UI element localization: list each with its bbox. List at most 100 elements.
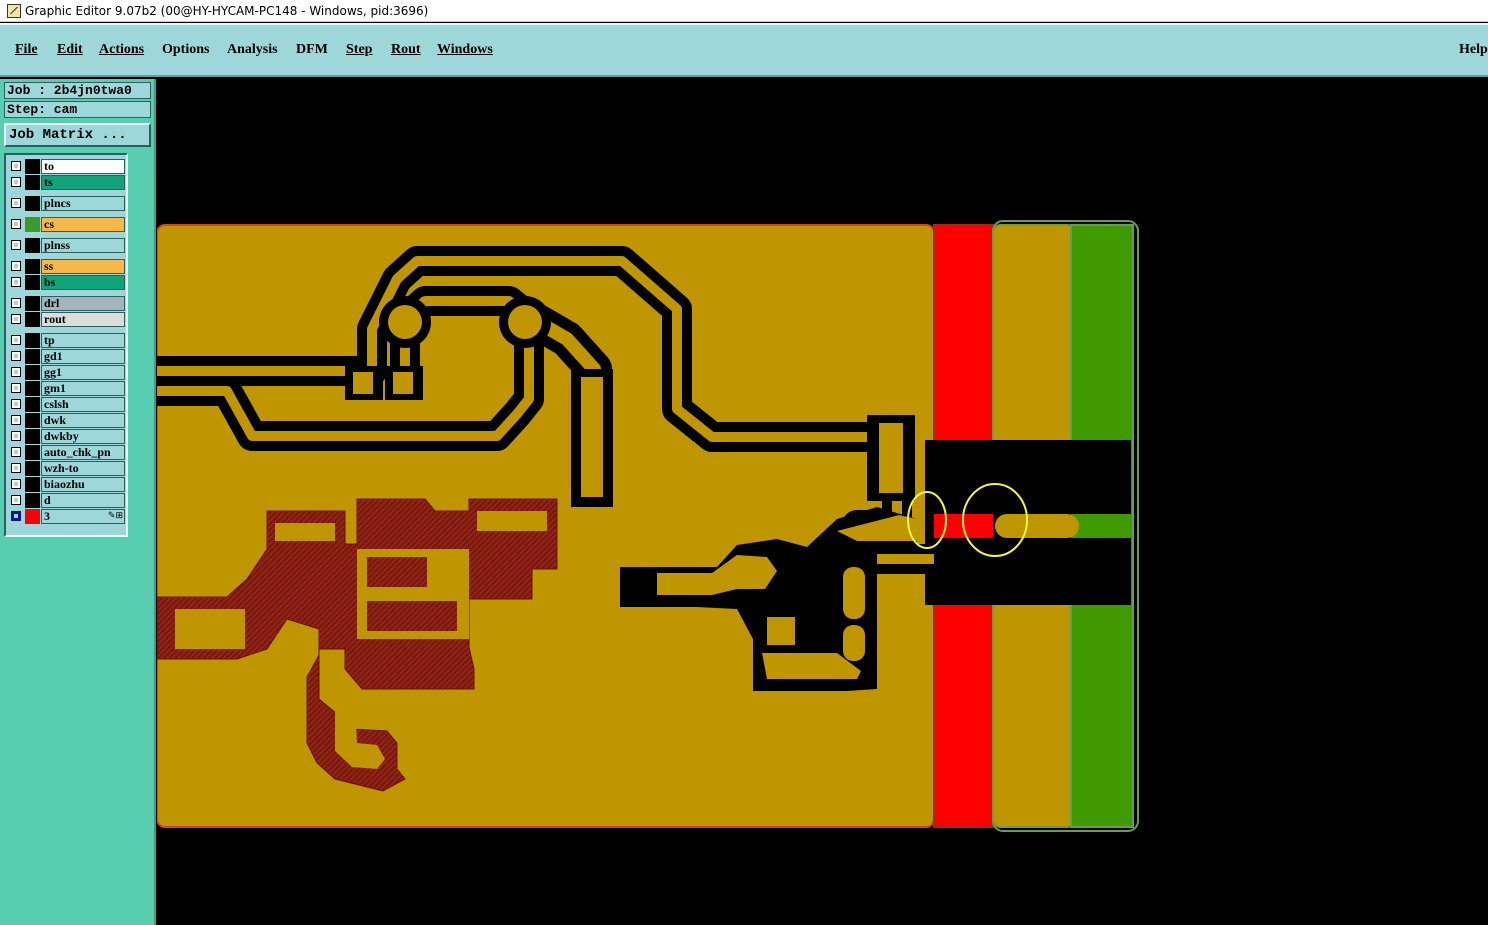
layer-row-to[interactable]: to [8, 159, 125, 174]
layer-row-drl[interactable]: drl [8, 296, 125, 311]
layer-row-cs[interactable]: cs [8, 217, 125, 232]
layer-color-swatch[interactable] [25, 333, 40, 348]
layer-name[interactable]: auto_chk_pn [41, 445, 125, 460]
menu-options[interactable]: Options [162, 42, 209, 58]
layer-name[interactable]: plncs [41, 196, 125, 211]
menu-rout[interactable]: Rout [391, 42, 421, 58]
layer-color-swatch[interactable] [25, 259, 40, 274]
menu-edit[interactable]: Edit [57, 42, 83, 58]
layer-checkbox[interactable] [11, 383, 21, 393]
layer-row-d[interactable]: d [8, 493, 125, 508]
menu-actions[interactable]: Actions [99, 42, 144, 58]
window-title: Graphic Editor 9.07b2 (00@HY-HYCAM-PC148… [25, 3, 429, 18]
layer-checkbox[interactable] [11, 351, 21, 361]
layer-checkbox[interactable] [11, 479, 21, 489]
layer-color-swatch[interactable] [25, 275, 40, 290]
layer-color-swatch[interactable] [25, 461, 40, 476]
layer-checkbox[interactable] [11, 198, 21, 208]
layer-color-swatch[interactable] [25, 349, 40, 364]
layer-row-gm1[interactable]: gm1 [8, 381, 125, 396]
layer-checkbox[interactable] [11, 298, 21, 308]
layer-color-swatch[interactable] [25, 159, 40, 174]
edit-tool-icon[interactable]: ✎⊞ [108, 510, 123, 521]
layer-checkbox[interactable] [11, 335, 21, 345]
layer-color-swatch[interactable] [25, 493, 40, 508]
layer-name[interactable]: ss [41, 259, 125, 274]
layer-row-gd1[interactable]: gd1 [8, 349, 125, 364]
layer-color-swatch[interactable] [25, 509, 40, 524]
menu-file[interactable]: File [15, 42, 38, 58]
layer-name[interactable]: gm1 [41, 381, 125, 396]
pcb-drawing[interactable] [157, 79, 1488, 925]
layer-row-plncs[interactable]: plncs [8, 196, 125, 211]
layer-name[interactable]: drl [41, 296, 125, 311]
layer-row-wzh-to[interactable]: wzh-to [8, 461, 125, 476]
layer-row-dwkby[interactable]: dwkby [8, 429, 125, 444]
layer-name[interactable]: gg1 [41, 365, 125, 380]
layer-name[interactable]: bs [41, 275, 125, 290]
layer-row-dwk[interactable]: dwk [8, 413, 125, 428]
menu-analysis[interactable]: Analysis [227, 42, 278, 58]
graphic-canvas[interactable] [157, 79, 1488, 925]
layer-color-swatch[interactable] [25, 429, 40, 444]
step-name-field: Step: cam [4, 101, 151, 118]
layer-color-swatch[interactable] [25, 175, 40, 190]
layer-row-ts[interactable]: ts [8, 175, 125, 190]
layer-color-swatch[interactable] [25, 477, 40, 492]
layer-name[interactable]: gd1 [41, 349, 125, 364]
menu-windows[interactable]: Windows [437, 42, 493, 58]
layer-color-swatch[interactable] [25, 312, 40, 327]
layer-color-swatch[interactable] [25, 296, 40, 311]
layer-row-gg1[interactable]: gg1 [8, 365, 125, 380]
layer-row-cslsh[interactable]: cslsh [8, 397, 125, 412]
layer-checkbox[interactable] [11, 314, 21, 324]
menu-dfm[interactable]: DFM [296, 42, 328, 58]
layer-name[interactable]: wzh-to [41, 461, 125, 476]
layer-row-plnss[interactable]: plnss [8, 238, 125, 253]
layer-checkbox[interactable] [11, 463, 21, 473]
layer-color-swatch[interactable] [25, 381, 40, 396]
layer-name[interactable]: cslsh [41, 397, 125, 412]
layer-row-tp[interactable]: tp [8, 333, 125, 348]
layer-checkbox[interactable] [11, 219, 21, 229]
job-matrix-button[interactable]: Job Matrix ... [4, 123, 151, 147]
layer-color-swatch[interactable] [25, 365, 40, 380]
layer-color-swatch[interactable] [25, 238, 40, 253]
layer-name[interactable]: dwk [41, 413, 125, 428]
layer-name[interactable]: tp [41, 333, 125, 348]
menu-help[interactable]: Help [1459, 42, 1488, 58]
layer-name[interactable]: to [41, 159, 125, 174]
layer-name[interactable]: rout [41, 312, 125, 327]
layer-name[interactable]: dwkby [41, 429, 125, 444]
layer-checkbox[interactable] [11, 177, 21, 187]
layer-name[interactable]: ts [41, 175, 125, 190]
layer-checkbox[interactable] [11, 261, 21, 271]
layer-checkbox[interactable] [11, 511, 21, 521]
layer-name[interactable]: plnss [41, 238, 125, 253]
layer-checkbox[interactable] [11, 277, 21, 287]
layer-checkbox[interactable] [11, 447, 21, 457]
layer-checkbox[interactable] [11, 399, 21, 409]
layer-row-auto-chk-pn[interactable]: auto_chk_pn [8, 445, 125, 460]
layer-color-swatch[interactable] [25, 445, 40, 460]
layer-row-3[interactable]: 3 ✎⊞ [8, 509, 125, 524]
layer-checkbox[interactable] [11, 240, 21, 250]
layer-row-biaozhu[interactable]: biaozhu [8, 477, 125, 492]
layer-color-swatch[interactable] [25, 413, 40, 428]
layer-color-swatch[interactable] [25, 217, 40, 232]
layer-checkbox[interactable] [11, 431, 21, 441]
window-title-bar: Graphic Editor 9.07b2 (00@HY-HYCAM-PC148… [0, 0, 1488, 22]
layer-checkbox[interactable] [11, 367, 21, 377]
layer-checkbox[interactable] [11, 415, 21, 425]
layer-name[interactable]: cs [41, 217, 125, 232]
layer-row-ss[interactable]: ss [8, 259, 125, 274]
layer-name[interactable]: d [41, 493, 125, 508]
layer-checkbox[interactable] [11, 495, 21, 505]
layer-row-rout[interactable]: rout [8, 312, 125, 327]
layer-checkbox[interactable] [11, 161, 21, 171]
layer-row-bs[interactable]: bs [8, 275, 125, 290]
layer-color-swatch[interactable] [25, 397, 40, 412]
menu-step[interactable]: Step [346, 42, 372, 58]
layer-name[interactable]: biaozhu [41, 477, 125, 492]
layer-color-swatch[interactable] [25, 196, 40, 211]
